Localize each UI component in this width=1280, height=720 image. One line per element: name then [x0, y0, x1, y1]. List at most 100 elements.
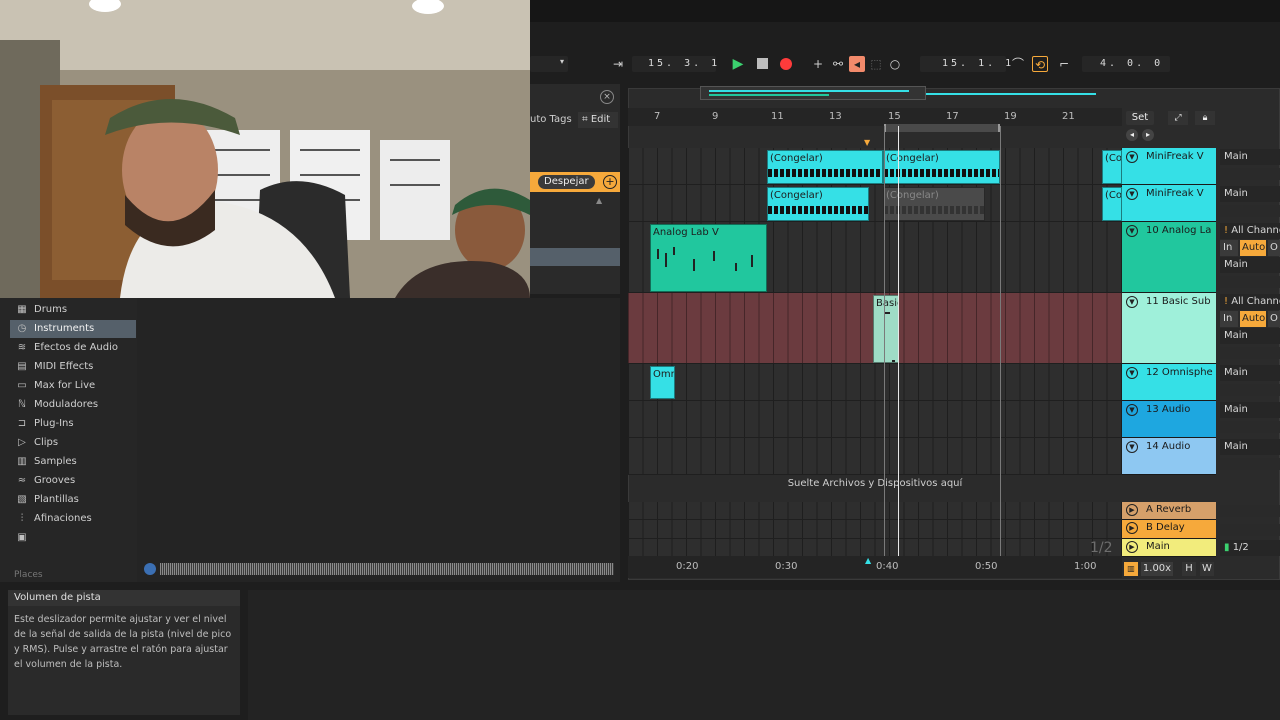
- stop-button[interactable]: [754, 56, 770, 72]
- browser-item-samples[interactable]: ▥ Samples: [10, 453, 136, 471]
- main-lane[interactable]: [628, 539, 1122, 557]
- browser-item-midi-effects[interactable]: ▤ MIDI Effects: [10, 358, 136, 376]
- clip[interactable]: (Congelar): [883, 150, 1000, 184]
- set-button[interactable]: Set: [1126, 111, 1154, 125]
- browser-item-audio-effects[interactable]: ≋ Efectos de Audio: [10, 339, 136, 357]
- fold-icon[interactable]: ▼: [1126, 188, 1138, 200]
- output-select[interactable]: Main: [1220, 257, 1280, 273]
- output-channel[interactable]: [1220, 384, 1280, 396]
- browser-item-modulators[interactable]: ℕ Moduladores: [10, 396, 136, 414]
- output-select[interactable]: Main: [1220, 186, 1280, 202]
- loop-toggle-icon[interactable]: ⟲: [1032, 56, 1048, 72]
- input-select[interactable]: ! All Channe: [1220, 223, 1280, 239]
- loop-brace[interactable]: [884, 124, 1000, 132]
- output-select[interactable]: Main: [1220, 149, 1280, 165]
- track-lane[interactable]: [628, 438, 1122, 475]
- expand-icon[interactable]: ⤢: [1168, 111, 1188, 125]
- play-button[interactable]: ▶: [730, 56, 746, 72]
- follow-icon[interactable]: ⇥: [610, 56, 626, 72]
- output-channel[interactable]: [1220, 168, 1280, 180]
- return-track-header[interactable]: ▶ B Delay: [1122, 520, 1216, 539]
- back-to-arrangement-icon[interactable]: ◂: [849, 56, 865, 72]
- track-lane[interactable]: [628, 185, 1122, 222]
- clip[interactable]: (Congelar): [767, 150, 883, 184]
- browser-item-grooves[interactable]: ≈ Grooves: [10, 472, 136, 490]
- output-channel[interactable]: [1220, 276, 1280, 288]
- output-channel[interactable]: [1220, 458, 1280, 470]
- automation-arm-icon[interactable]: ⚯: [830, 56, 846, 72]
- close-icon[interactable]: ×: [600, 90, 614, 104]
- fold-icon[interactable]: ▶: [1126, 504, 1138, 516]
- fold-icon[interactable]: ▶: [1126, 541, 1138, 553]
- beat-time-ruler[interactable]: 7 9 11 13 15 17 19 21: [628, 108, 1122, 126]
- browser-item-plugins[interactable]: ⊐ Plug-Ins: [10, 415, 136, 433]
- monitor-in-button[interactable]: In: [1220, 240, 1238, 256]
- output-channel[interactable]: [1220, 205, 1280, 217]
- arrangement-position[interactable]: 15. 3. 1: [648, 58, 720, 69]
- track-header[interactable]: ▼ 14 Audio: [1122, 438, 1216, 475]
- dropdown[interactable]: ▾: [530, 56, 568, 72]
- capture-icon[interactable]: ⬚: [868, 56, 884, 72]
- output-select[interactable]: Main: [1220, 365, 1280, 381]
- monitor-auto-button[interactable]: Auto: [1240, 311, 1266, 327]
- fold-icon[interactable]: ▼: [1126, 296, 1138, 308]
- track-header[interactable]: ▼ 12 Omnisphe: [1122, 364, 1216, 401]
- clip[interactable]: (Co: [1102, 150, 1122, 184]
- waveform-zoom-icon[interactable]: ▥: [1124, 562, 1138, 576]
- output-select[interactable]: Main: [1220, 402, 1280, 418]
- monitor-in-button[interactable]: In: [1220, 311, 1238, 327]
- fold-icon[interactable]: ▼: [1126, 404, 1138, 416]
- fold-icon[interactable]: ▼: [1126, 367, 1138, 379]
- clip[interactable]: Basic: [873, 295, 899, 363]
- record-button[interactable]: [778, 56, 794, 72]
- monitor-off-button[interactable]: O: [1268, 240, 1280, 256]
- clear-button[interactable]: Despejar: [538, 175, 595, 189]
- prev-locator-icon[interactable]: ◂: [1126, 129, 1138, 141]
- fold-icon[interactable]: ▼: [1126, 225, 1138, 237]
- clip[interactable]: (Congelar): [767, 187, 869, 221]
- punch-in-icon[interactable]: ⌒: [1010, 56, 1026, 72]
- preview-waveform[interactable]: [160, 563, 614, 575]
- fold-icon[interactable]: ▼: [1126, 441, 1138, 453]
- return-lane[interactable]: [628, 520, 1122, 539]
- track-header[interactable]: ▼ MiniFreak V: [1122, 148, 1216, 185]
- zoom-value[interactable]: 1.00x: [1141, 562, 1173, 576]
- preview-icon[interactable]: [144, 563, 156, 575]
- loop-length[interactable]: 4. 0. 0: [1100, 58, 1163, 69]
- output-select[interactable]: Main: [1220, 328, 1280, 344]
- track-lane[interactable]: [628, 364, 1122, 401]
- browser-item-drums[interactable]: ▦ Drums: [10, 301, 136, 319]
- loop-start[interactable]: 15. 1. 1: [942, 58, 1014, 69]
- lock-icon[interactable]: 🔒︎: [1195, 111, 1215, 125]
- fold-icon[interactable]: ▼: [1126, 151, 1138, 163]
- add-tag-icon[interactable]: +: [603, 175, 617, 189]
- clip[interactable]: Analog Lab V: [650, 224, 767, 292]
- fold-icon[interactable]: ▶: [1126, 522, 1138, 534]
- track-header[interactable]: ▼ 10 Analog La: [1122, 222, 1216, 293]
- track-header[interactable]: ▼ 11 Basic Sub: [1122, 293, 1216, 364]
- clip[interactable]: Omn: [650, 366, 675, 399]
- monitor-off-button[interactable]: O: [1268, 311, 1280, 327]
- main-track-header[interactable]: ▶ Main: [1122, 539, 1216, 557]
- output-channel[interactable]: [1220, 347, 1280, 359]
- browser-item-templates[interactable]: ▧ Plantillas: [10, 491, 136, 509]
- track-header[interactable]: ▼ 13 Audio: [1122, 401, 1216, 438]
- punch-out-icon[interactable]: ⌐: [1056, 56, 1072, 72]
- h-button[interactable]: H: [1182, 562, 1196, 576]
- return-track-header[interactable]: ▶ A Reverb: [1122, 502, 1216, 520]
- selected-result-row[interactable]: [530, 248, 620, 266]
- auto-tags-button[interactable]: uto Tags: [530, 112, 572, 128]
- track-header[interactable]: ▼ MiniFreak V: [1122, 185, 1216, 222]
- next-locator-icon[interactable]: ▸: [1142, 129, 1154, 141]
- edit-button[interactable]: ⌗ Edit: [578, 112, 618, 128]
- output-select[interactable]: Main: [1220, 439, 1280, 455]
- browser-item-folder[interactable]: ▣: [10, 529, 136, 547]
- clip[interactable]: (Co: [1102, 187, 1122, 221]
- browser-item-tunings[interactable]: ⫶ Afinaciones: [10, 510, 136, 528]
- main-output[interactable]: ▮ 1/2: [1220, 540, 1280, 556]
- return-lane[interactable]: [628, 502, 1122, 520]
- browser-item-clips[interactable]: ▷ Clips: [10, 434, 136, 452]
- overview-bar[interactable]: [700, 86, 926, 100]
- monitor-auto-button[interactable]: Auto: [1240, 240, 1266, 256]
- sort-up-icon[interactable]: ▲: [596, 196, 602, 205]
